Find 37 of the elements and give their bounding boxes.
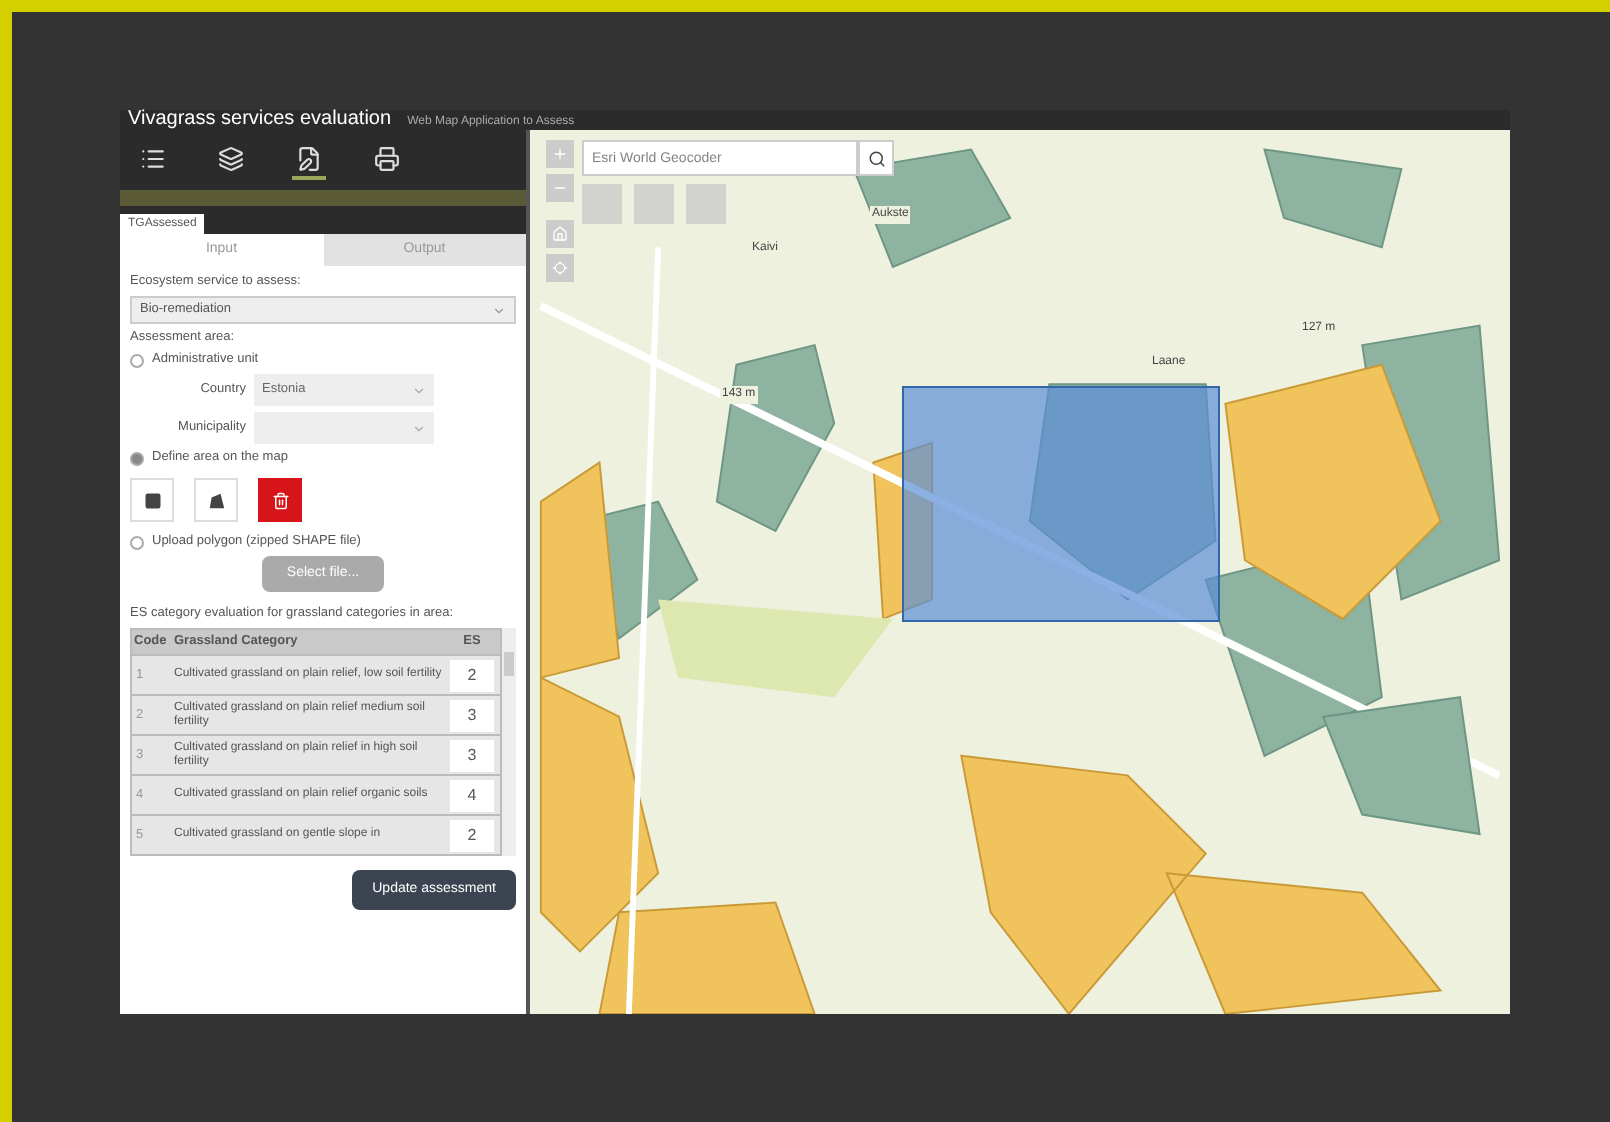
dropdown-icon: [492, 303, 506, 317]
dropdown-icon: [412, 421, 426, 435]
home-button[interactable]: [546, 220, 574, 248]
value-field[interactable]: 3: [450, 739, 494, 771]
map-control-tile[interactable]: [582, 184, 622, 224]
list-icon: [140, 145, 166, 171]
radio-button[interactable]: [130, 535, 144, 549]
value-field[interactable]: 3: [450, 699, 494, 731]
dropdown-icon: [412, 383, 426, 397]
rectangle-icon: [143, 491, 161, 509]
radio-button[interactable]: [130, 451, 144, 465]
zoom-in-button[interactable]: [546, 140, 574, 168]
trash-icon: [271, 491, 289, 509]
locate-icon: [552, 260, 568, 276]
plus-icon: [552, 146, 568, 162]
printer-icon: [374, 145, 400, 171]
radio-button[interactable]: [130, 353, 144, 367]
delete-draw-button[interactable]: [258, 478, 302, 522]
polygon-draw-button[interactable]: [194, 478, 238, 522]
search-icon: [867, 149, 885, 167]
edit-icon: [296, 145, 322, 171]
map-control-tile[interactable]: [634, 184, 674, 224]
search-button[interactable]: [858, 140, 894, 176]
home-icon: [552, 226, 568, 242]
edit-tool-button[interactable]: [292, 141, 326, 179]
value-field[interactable]: 2: [450, 659, 494, 691]
map-control-tile[interactable]: [686, 184, 726, 224]
zoom-out-button[interactable]: [546, 174, 574, 202]
scrollbar[interactable]: [502, 628, 516, 856]
layers-icon: [218, 145, 244, 171]
polygon-icon: [207, 491, 225, 509]
app-title: Vivagrass services evaluation: [128, 110, 392, 130]
locate-button[interactable]: [546, 254, 574, 282]
rectangle-draw-button[interactable]: [130, 478, 174, 522]
selection-rectangle[interactable]: [902, 386, 1220, 622]
value-field[interactable]: 2: [450, 819, 494, 851]
value-field[interactable]: 4: [450, 779, 494, 811]
